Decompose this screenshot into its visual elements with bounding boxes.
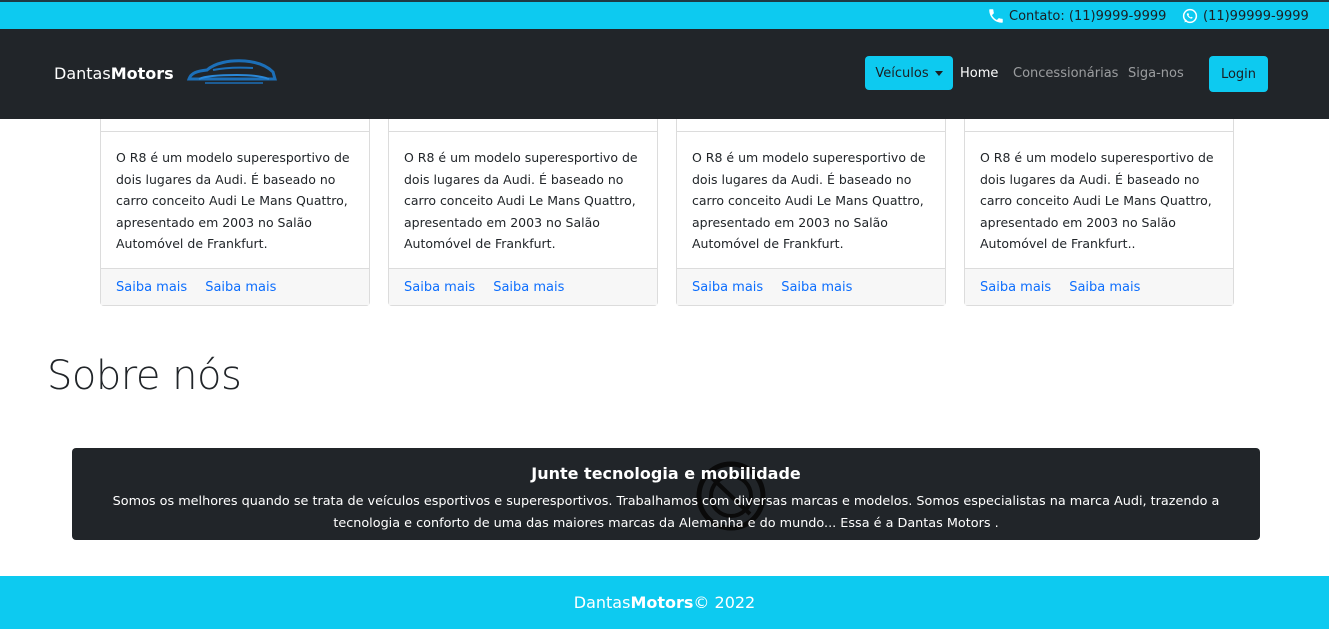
- card-header: [965, 119, 1233, 132]
- about-text: Somos os melhores quando se trata de veí…: [112, 494, 1220, 531]
- card-text: O R8 é um modelo superesportivo de dois …: [404, 150, 638, 251]
- contact-phone[interactable]: Contato: (11)9999-9999: [987, 7, 1166, 25]
- card-footer: Saiba mais Saiba mais: [677, 268, 945, 305]
- saiba-mais-link[interactable]: Saiba mais: [205, 280, 276, 295]
- vehicle-card: O R8 é um modelo superesportivo de dois …: [964, 119, 1234, 306]
- nav-link-home[interactable]: Home: [960, 66, 998, 81]
- brand-logo-text[interactable]: DantasMotors: [54, 64, 174, 83]
- page-footer: Dantas Motors © 2022: [0, 576, 1329, 629]
- saiba-mais-link[interactable]: Saiba mais: [980, 280, 1051, 295]
- car-logo-icon: [186, 59, 277, 84]
- saiba-mais-link[interactable]: Saiba mais: [692, 280, 763, 295]
- about-heading: Junte tecnologia e mobilidade: [531, 464, 801, 483]
- footer-brand-light: Dantas: [573, 593, 631, 612]
- vehicle-card: O R8 é um modelo superesportivo de dois …: [100, 119, 370, 306]
- main-navbar: DantasMotors Veículos Home Concessionári…: [0, 29, 1329, 119]
- saiba-mais-link[interactable]: Saiba mais: [1069, 280, 1140, 295]
- caret-down-icon: [934, 70, 943, 76]
- top-contact-bar: Contato: (11)9999-9999 (11)99999-9999: [0, 0, 1329, 29]
- footer-brand-bold: Motors: [630, 593, 694, 612]
- brand-bold: Motors: [110, 64, 174, 83]
- sobre-nos-heading: Sobre nós: [47, 353, 242, 399]
- about-box: Junte tecnologia e mobilidade Somos os m…: [72, 448, 1260, 540]
- card-footer: Saiba mais Saiba mais: [389, 268, 657, 305]
- veiculos-dropdown-button[interactable]: Veículos: [865, 56, 953, 90]
- card-header: [389, 119, 657, 132]
- nav-link-siga-nos[interactable]: Siga-nos: [1128, 66, 1184, 81]
- veiculos-label: Veículos: [875, 65, 929, 81]
- nav-link-concessionarias[interactable]: Concessionárias: [1013, 66, 1118, 81]
- card-footer: Saiba mais Saiba mais: [101, 268, 369, 305]
- saiba-mais-link[interactable]: Saiba mais: [116, 280, 187, 295]
- login-button[interactable]: Login: [1209, 56, 1268, 92]
- saiba-mais-link[interactable]: Saiba mais: [404, 280, 475, 295]
- brand-light: Dantas: [54, 64, 111, 83]
- whatsapp-label: (11)99999-9999: [1203, 8, 1309, 24]
- footer-copyright: © 2022: [693, 593, 756, 612]
- card-header: [101, 119, 369, 132]
- vehicle-card: O R8 é um modelo superesportivo de dois …: [388, 119, 658, 306]
- contact-label: Contato: (11)9999-9999: [1009, 8, 1167, 24]
- phone-icon: [989, 9, 1003, 23]
- card-footer: Saiba mais Saiba mais: [965, 268, 1233, 305]
- card-text: O R8 é um modelo superesportivo de dois …: [980, 150, 1214, 251]
- card-header: [677, 119, 945, 132]
- card-text: O R8 é um modelo superesportivo de dois …: [692, 150, 926, 251]
- whatsapp-icon: [1182, 8, 1198, 24]
- vehicle-card: O R8 é um modelo superesportivo de dois …: [676, 119, 946, 306]
- contact-whatsapp[interactable]: (11)99999-9999: [1181, 7, 1309, 25]
- saiba-mais-link[interactable]: Saiba mais: [493, 280, 564, 295]
- card-text: O R8 é um modelo superesportivo de dois …: [116, 150, 350, 251]
- saiba-mais-link[interactable]: Saiba mais: [781, 280, 852, 295]
